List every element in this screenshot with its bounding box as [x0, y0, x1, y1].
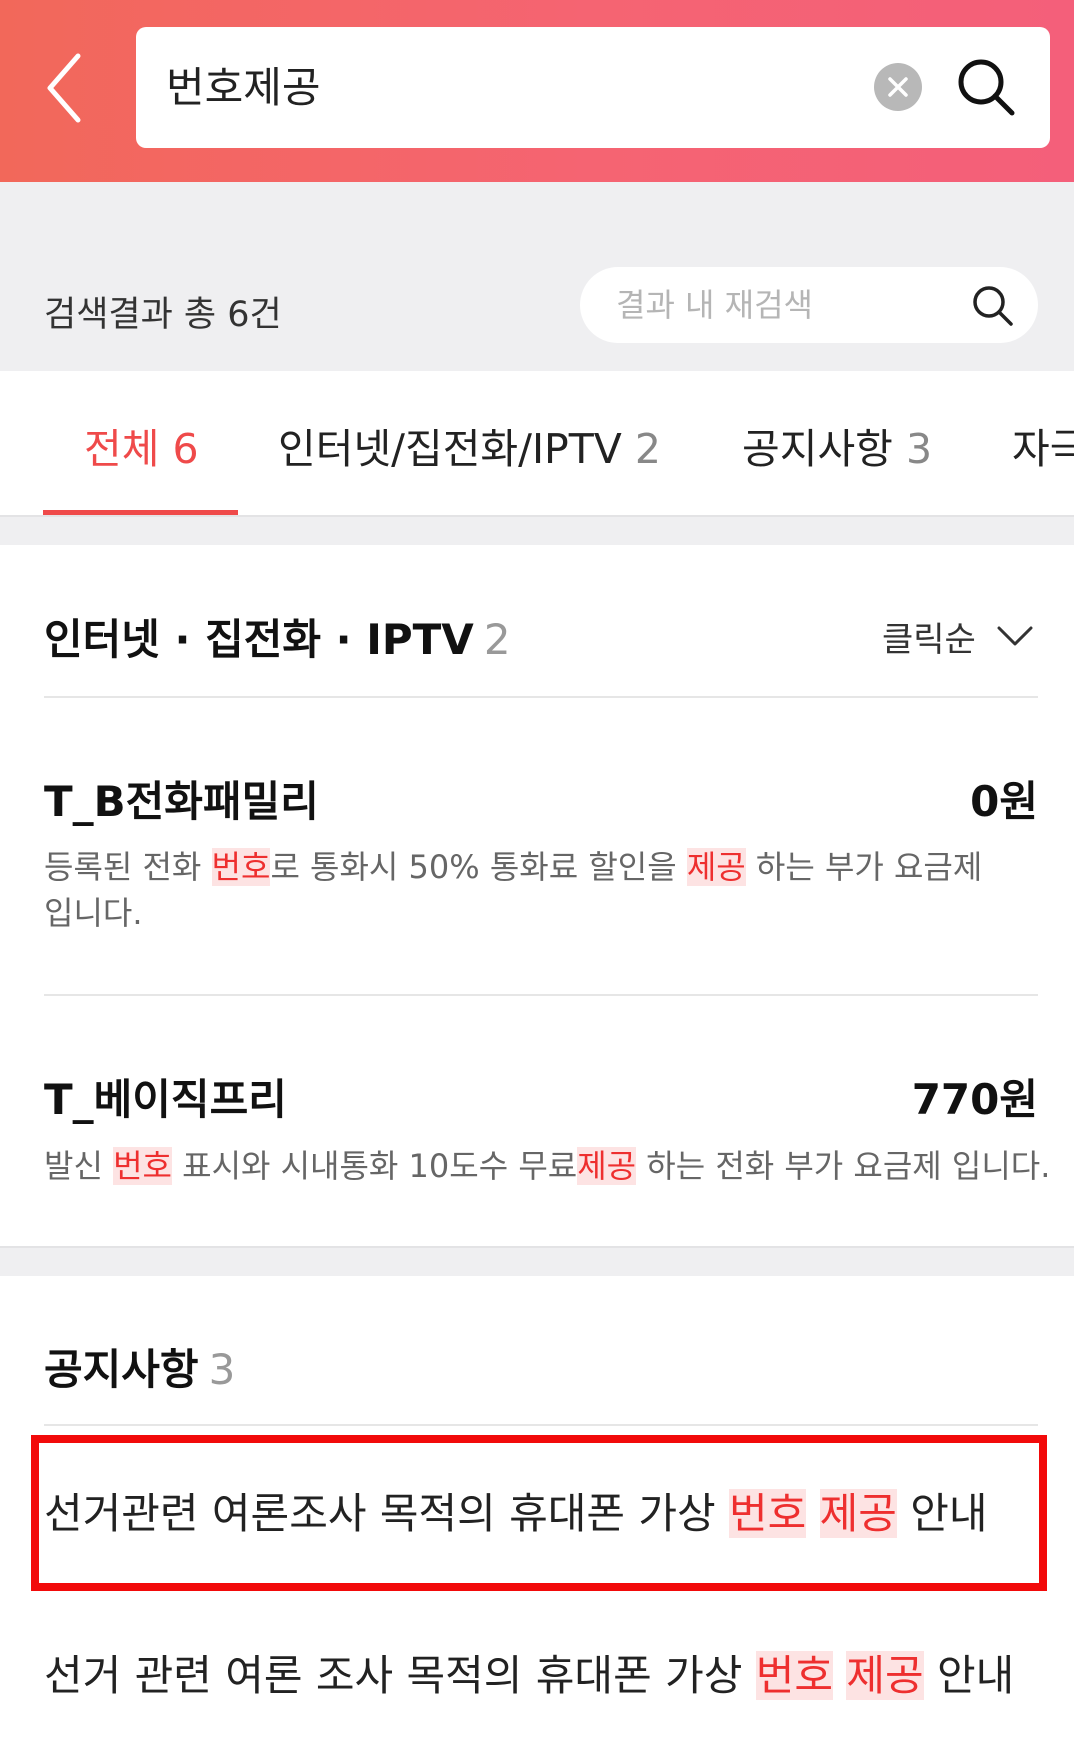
divider [44, 1424, 1038, 1426]
section-title-label: 공지사항 [44, 1345, 199, 1394]
notice-text: 선거관련 여론조사 목적의 휴대폰 가상 [44, 1489, 729, 1538]
section-gap [0, 1246, 1074, 1276]
divider [44, 696, 1038, 698]
tab-count: 6 [172, 425, 199, 473]
tab-label: 자극 [1012, 425, 1074, 473]
section-title-notice: 공지사항 3 [44, 1336, 235, 1397]
desc-text: 로 통화시 50% 통화료 할인을 [270, 848, 687, 886]
highlight-keyword: 번호 [755, 1651, 833, 1700]
search-icon[interactable] [970, 283, 1014, 327]
section-gap [0, 517, 1074, 545]
desc-text: 표시와 시내통화 10도수 무료 [171, 1147, 578, 1185]
desc-text: 하는 전화 부가 요금제 입니다. [636, 1147, 1051, 1185]
tab-label: 인터넷/집전화/IPTV [278, 425, 622, 473]
result-summary-bar: 검색결과 총 6건 [0, 182, 1074, 371]
product-price: 0원 [970, 777, 1038, 826]
tab-count: 2 [634, 425, 661, 473]
product-name: T_베이직프리 [44, 1075, 287, 1124]
tab-internet-phone-iptv[interactable]: 인터넷/집전화/IPTV 2 [278, 415, 661, 475]
chevron-down-icon[interactable] [996, 622, 1034, 650]
notice-item[interactable]: 선거 관련 여론 조사 목적의 휴대폰 가상 번호 제공 안내 [44, 1642, 1014, 1703]
highlight-keyword: 제공 [819, 1489, 897, 1538]
desc-text: 등록된 전화 [44, 848, 212, 886]
tab-more[interactable]: 자극 [1012, 415, 1074, 475]
highlight-keyword: 제공 [686, 848, 746, 886]
result-count: 검색결과 총 6건 [44, 295, 282, 335]
notice-text [806, 1489, 819, 1538]
sort-dropdown[interactable]: 클릭순 [882, 612, 976, 661]
product-price: 770원 [911, 1075, 1038, 1124]
divider [44, 994, 1038, 996]
tab-label: 공지사항 [742, 425, 893, 473]
chevron-left-icon [47, 53, 81, 123]
notice-text [833, 1651, 846, 1700]
product-name: T_B전화패밀리 [44, 777, 319, 826]
section-count: 3 [208, 1345, 236, 1394]
search-input[interactable]: 번호제공 [166, 27, 321, 148]
re-search-input[interactable] [616, 267, 956, 343]
product-description: 발신 번호 표시와 시내통화 10도수 무료제공 하는 전화 부가 요금제 입니… [44, 1143, 1050, 1189]
search-button[interactable] [954, 55, 1018, 119]
product-description: 등록된 전화 번호로 통화시 50% 통화료 할인을 제공 하는 부가 요금제 … [44, 844, 984, 936]
tab-notice[interactable]: 공지사항 3 [742, 415, 932, 475]
section-title-label: 인터넷 · 집전화 · IPTV [44, 615, 474, 664]
category-tabs: 전체 6 인터넷/집전화/IPTV 2 공지사항 3 자극 [0, 371, 1074, 517]
highlight-keyword: 번호 [113, 1147, 172, 1185]
tab-all[interactable]: 전체 6 [84, 415, 199, 475]
section-count: 2 [483, 615, 511, 664]
close-icon [888, 77, 908, 97]
notice-text: 선거 관련 여론 조사 목적의 휴대폰 가상 [44, 1651, 756, 1700]
highlight-keyword: 제공 [846, 1651, 924, 1700]
highlight-keyword: 번호 [729, 1489, 807, 1538]
notice-item[interactable]: 선거관련 여론조사 목적의 휴대폰 가상 번호 제공 안내 [44, 1480, 988, 1541]
product-item[interactable]: T_B전화패밀리 0원 등록된 전화 번호로 통화시 50% 통화료 할인을 제… [44, 768, 1038, 938]
back-button[interactable] [38, 48, 98, 128]
notice-text: 안내 [896, 1489, 988, 1538]
highlight-keyword: 번호 [211, 848, 271, 886]
search-box[interactable]: 번호제공 [136, 27, 1050, 148]
desc-text: 발신 [44, 1147, 114, 1185]
product-item[interactable]: T_베이직프리 770원 발신 번호 표시와 시내통화 10도수 무료제공 하는… [44, 1066, 1050, 1196]
notice-text: 안내 [923, 1651, 1015, 1700]
section-title-internet: 인터넷 · 집전화 · IPTV 2 [44, 606, 511, 667]
tab-label: 전체 [84, 425, 160, 473]
re-search-box[interactable] [580, 267, 1038, 343]
tab-count: 3 [905, 425, 933, 473]
search-icon [958, 59, 1015, 116]
search-header: 번호제공 [0, 0, 1074, 182]
clear-search-button[interactable] [874, 63, 922, 111]
highlight-keyword: 제공 [577, 1147, 637, 1185]
